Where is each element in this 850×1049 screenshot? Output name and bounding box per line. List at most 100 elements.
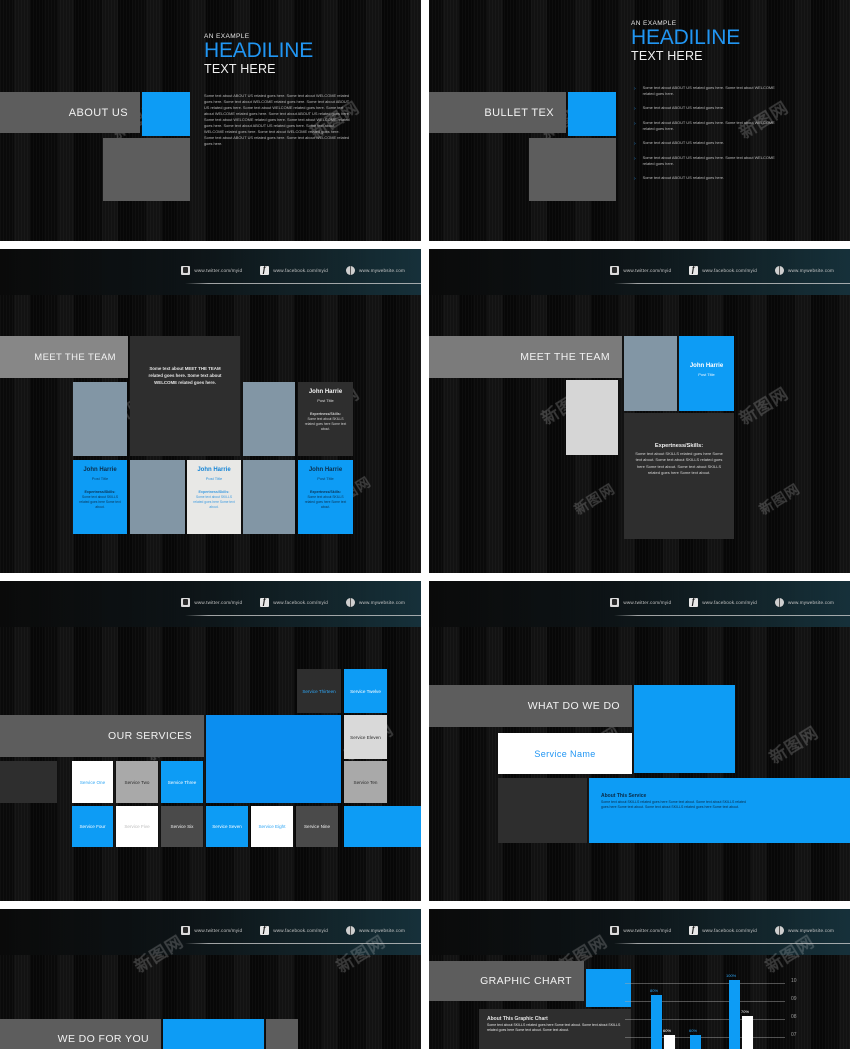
accent-tile-blue [568,92,616,136]
social-link-twitter[interactable]: www.twitter.com/myid [181,925,243,935]
service-tile[interactable]: Service Eleven [344,715,387,759]
skills-label: Expertness/Skills: [654,443,704,449]
list-item: › Some text about ABOUT US related goes … [634,175,784,182]
service-tile[interactable]: Service Five [116,806,158,847]
slide-meet-the-team-grid[interactable]: www.twitter.com/myid www.facebook.com/my… [0,249,421,573]
social-link-label: www.mywebsite.com [787,927,834,933]
social-link-facebook[interactable]: www.facebook.com/myid [689,596,757,607]
accent-tile-dark [0,761,57,803]
social-link-label: www.twitter.com/myid [194,927,243,933]
social-link-twitter[interactable]: www.twitter.com/myid [610,265,672,275]
social-link-website[interactable]: www.mywebsite.com [774,265,834,275]
feature-tile-blue[interactable] [206,715,341,803]
service-tile[interactable]: Service Twelve [344,669,387,713]
social-link-facebook[interactable]: www.facebook.com/myid [260,264,328,275]
social-link-website[interactable]: www.mywebsite.com [774,925,834,935]
about-service-heading: About This Service [601,793,647,799]
photo-placeholder [130,460,185,534]
bar-value-label: 80% [650,988,659,993]
twitter-icon [610,265,620,275]
social-link-facebook[interactable]: www.facebook.com/myid [260,924,328,935]
list-item-label: Some text about ABOUT US related goes he… [642,105,725,110]
y-axis-tick: 07 [791,1032,797,1038]
twitter-icon [181,925,191,935]
accent-tile-blue [142,92,190,136]
slide-meet-the-team-detail[interactable]: www.twitter.com/myid www.facebook.com/my… [429,249,850,573]
slide-we-do-for-you[interactable]: www.twitter.com/myid www.facebook.com/my… [0,909,421,1049]
service-name-card[interactable]: Service Name [498,733,632,774]
headline-block: AN EXAMPLE HEADILINE TEXT HERE [204,33,313,77]
chevron-right-icon: › [634,121,636,127]
skills-block: Expertness/Skills: Some text about SKILL… [632,441,726,477]
service-tile[interactable]: Service Four [72,806,113,847]
about-chart-text: About This Graphic Chart Some text about… [487,1015,627,1033]
service-tile-label: Service Five [124,824,150,829]
watermark: 新图网 [736,383,793,429]
photo-placeholder [624,336,677,411]
team-card[interactable]: John Harrie Post Title Expertness/Skills… [298,460,353,534]
slide-what-do-we-do[interactable]: www.twitter.com/myid www.facebook.com/my… [429,581,850,901]
globe-icon [774,597,784,607]
service-tile[interactable]: Service Two [116,761,158,803]
feature-tile-blue[interactable] [634,685,735,773]
service-tile[interactable]: Service One [72,761,113,803]
social-link-label: www.facebook.com/myid [273,927,328,933]
twitter-icon [610,925,620,935]
chevron-right-icon: › [634,141,636,147]
slide-graphic-chart[interactable]: www.twitter.com/myid www.facebook.com/my… [429,909,850,1049]
team-card[interactable]: John Harrie Post Title Expertness/Skills… [73,460,127,534]
bar-value-label: 100% [726,973,737,978]
social-link-twitter[interactable]: www.twitter.com/myid [181,597,242,607]
service-tile[interactable]: Service Three [161,761,203,803]
about-service-panel[interactable] [589,778,850,843]
social-link-label: www.twitter.com/myid [623,267,672,273]
bar-value-label: 60% [663,1028,672,1033]
social-link-website[interactable]: www.mywebsite.com [345,925,405,935]
team-member-name: John Harrie [308,467,343,473]
team-member-role: Post Title [698,372,715,377]
social-link-twitter[interactable]: www.twitter.com/myid [181,265,242,275]
social-link-website[interactable]: www.mywebsite.com [345,265,405,275]
social-link-twitter[interactable]: www.twitter.com/myid [610,597,671,607]
gridline [625,1037,785,1038]
list-item-label: Some text about ABOUT US related goes he… [642,140,725,145]
globe-icon [345,265,355,275]
facebook-icon [260,264,270,275]
watermark: 新图网 [571,480,619,519]
service-tile[interactable]: Service Ten [344,761,387,803]
team-member-name: John Harrie [197,467,231,473]
service-tile[interactable]: Service Eight [251,806,293,847]
slide-bullet-text[interactable]: 新图网 新图网 BULLET TEX AN EXAMPLE HEADILINE … [429,0,850,241]
slide-about-us[interactable]: 新图网 新图网 ABOUT US AN EXAMPLE HEADILINE TE… [0,0,421,241]
team-card[interactable]: John Harrie Post Title Expertness/Skills… [187,460,241,534]
headline-block: AN EXAMPLE HEADILINE TEXT HERE [631,20,740,64]
social-link-facebook[interactable]: www.facebook.com/myid [260,596,328,607]
slide-title-bar: WE DO FOR YOU [0,1019,161,1049]
slide-our-services[interactable]: www.twitter.com/myid www.facebook.com/my… [0,581,421,901]
social-link-facebook[interactable]: www.facebook.com/myid [689,924,757,935]
bar [651,995,662,1049]
social-link-twitter[interactable]: www.twitter.com/myid [610,925,671,935]
skills-body: Some text about SKILLS related goes here… [79,495,121,509]
slide-thumbnail-grid: 新图网 新图网 ABOUT US AN EXAMPLE HEADILINE TE… [0,0,850,1049]
social-link-website[interactable]: www.mywebsite.com [774,597,834,607]
team-card[interactable]: John Harrie Post Title [679,336,734,411]
team-member-role: Post Title [317,476,334,481]
service-tile[interactable]: Service Thirteen [297,669,341,713]
service-tile[interactable]: Service Seven [206,806,248,847]
service-tile[interactable]: Service Six [161,806,203,847]
page-title: GRAPHIC CHART [480,975,572,987]
about-chart-heading: About This Graphic Chart [487,1016,548,1022]
skills-body: Some text about SKILLS related goes here… [635,451,723,476]
social-links-bar: www.twitter.com/myid www.facebook.com/my… [0,917,421,943]
divider [614,615,850,616]
team-card[interactable]: John Harrie Post Title Expertness/Skills… [298,382,353,456]
social-link-facebook[interactable]: www.facebook.com/myid [689,264,757,275]
service-tile[interactable]: Service Nine [296,806,338,847]
chevron-right-icon: › [634,86,636,92]
page-title: MEET THE TEAM [520,351,610,363]
divider [614,943,850,944]
headline-sub: TEXT HERE [631,49,703,63]
chevron-right-icon: › [634,106,636,112]
social-link-website[interactable]: www.mywebsite.com [345,597,405,607]
